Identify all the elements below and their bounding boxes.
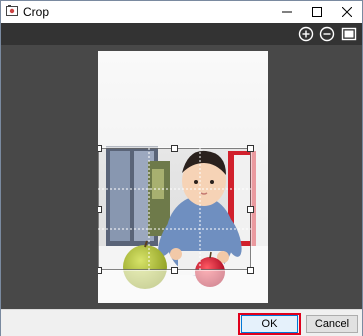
title-bar: Crop [1,1,362,23]
photo-image [98,51,268,303]
crop-handle-top-right[interactable] [247,145,254,152]
maximize-icon [312,7,322,17]
crop-handle-bottom[interactable] [171,267,178,274]
fit-to-window-icon[interactable] [341,26,357,42]
zoom-in-icon[interactable] [298,26,314,42]
photo-preview [98,51,268,303]
crop-handle-top[interactable] [171,145,178,152]
close-button[interactable] [332,1,362,23]
crop-handle-top-left[interactable] [98,145,102,152]
crop-handle-bottom-left[interactable] [98,267,102,274]
app-icon [6,5,18,16]
ok-button[interactable]: OK [241,315,298,333]
minimize-icon [282,11,292,13]
close-icon [342,7,352,17]
crop-handle-left[interactable] [98,206,102,213]
zoom-out-icon[interactable] [319,26,335,42]
crop-dialog: Crop OK Cancel [0,0,363,336]
crop-handle-right[interactable] [247,206,254,213]
toolbar [1,23,362,45]
crop-handle-bottom-right[interactable] [247,267,254,274]
window-title: Crop [23,5,50,19]
cancel-button[interactable]: Cancel [306,315,358,333]
crop-canvas [1,45,362,309]
minimize-button[interactable] [272,1,302,23]
maximize-button[interactable] [302,1,332,23]
